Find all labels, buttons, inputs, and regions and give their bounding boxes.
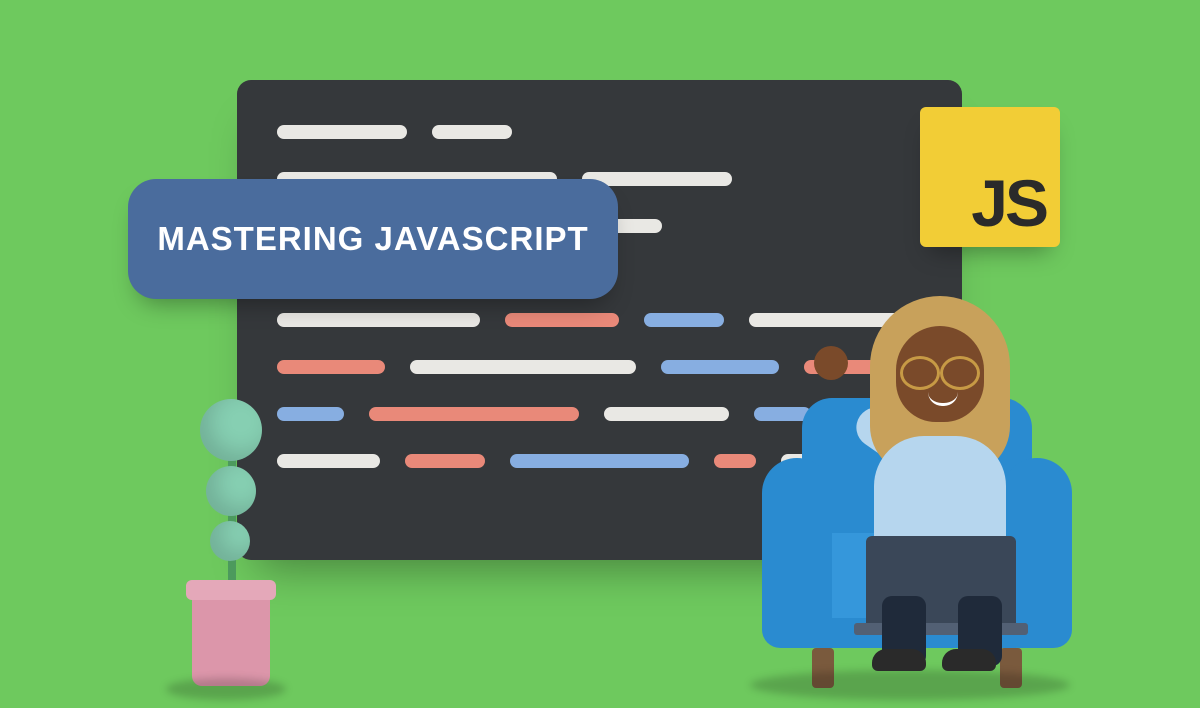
plant-shadow bbox=[166, 678, 286, 700]
code-bar bbox=[604, 407, 728, 421]
code-bar bbox=[644, 313, 723, 327]
js-badge-text: JS bbox=[971, 165, 1046, 241]
title-banner: Mastering JavaScript bbox=[128, 179, 618, 299]
code-bar bbox=[410, 360, 636, 374]
code-bar bbox=[505, 313, 619, 327]
chair-shadow bbox=[750, 670, 1070, 700]
code-bar bbox=[277, 454, 380, 468]
plant-decoration bbox=[162, 396, 292, 686]
code-bar bbox=[277, 125, 407, 139]
code-bar bbox=[405, 454, 485, 468]
code-bar bbox=[510, 454, 689, 468]
javascript-logo-badge: JS bbox=[920, 107, 1060, 247]
code-bar bbox=[661, 360, 779, 374]
code-bar bbox=[714, 454, 756, 468]
code-bar bbox=[277, 360, 385, 374]
person-with-laptop bbox=[800, 286, 1050, 666]
code-bar bbox=[432, 125, 512, 139]
title-text: Mastering JavaScript bbox=[157, 220, 588, 258]
code-bar bbox=[277, 313, 480, 327]
code-bar bbox=[369, 407, 579, 421]
